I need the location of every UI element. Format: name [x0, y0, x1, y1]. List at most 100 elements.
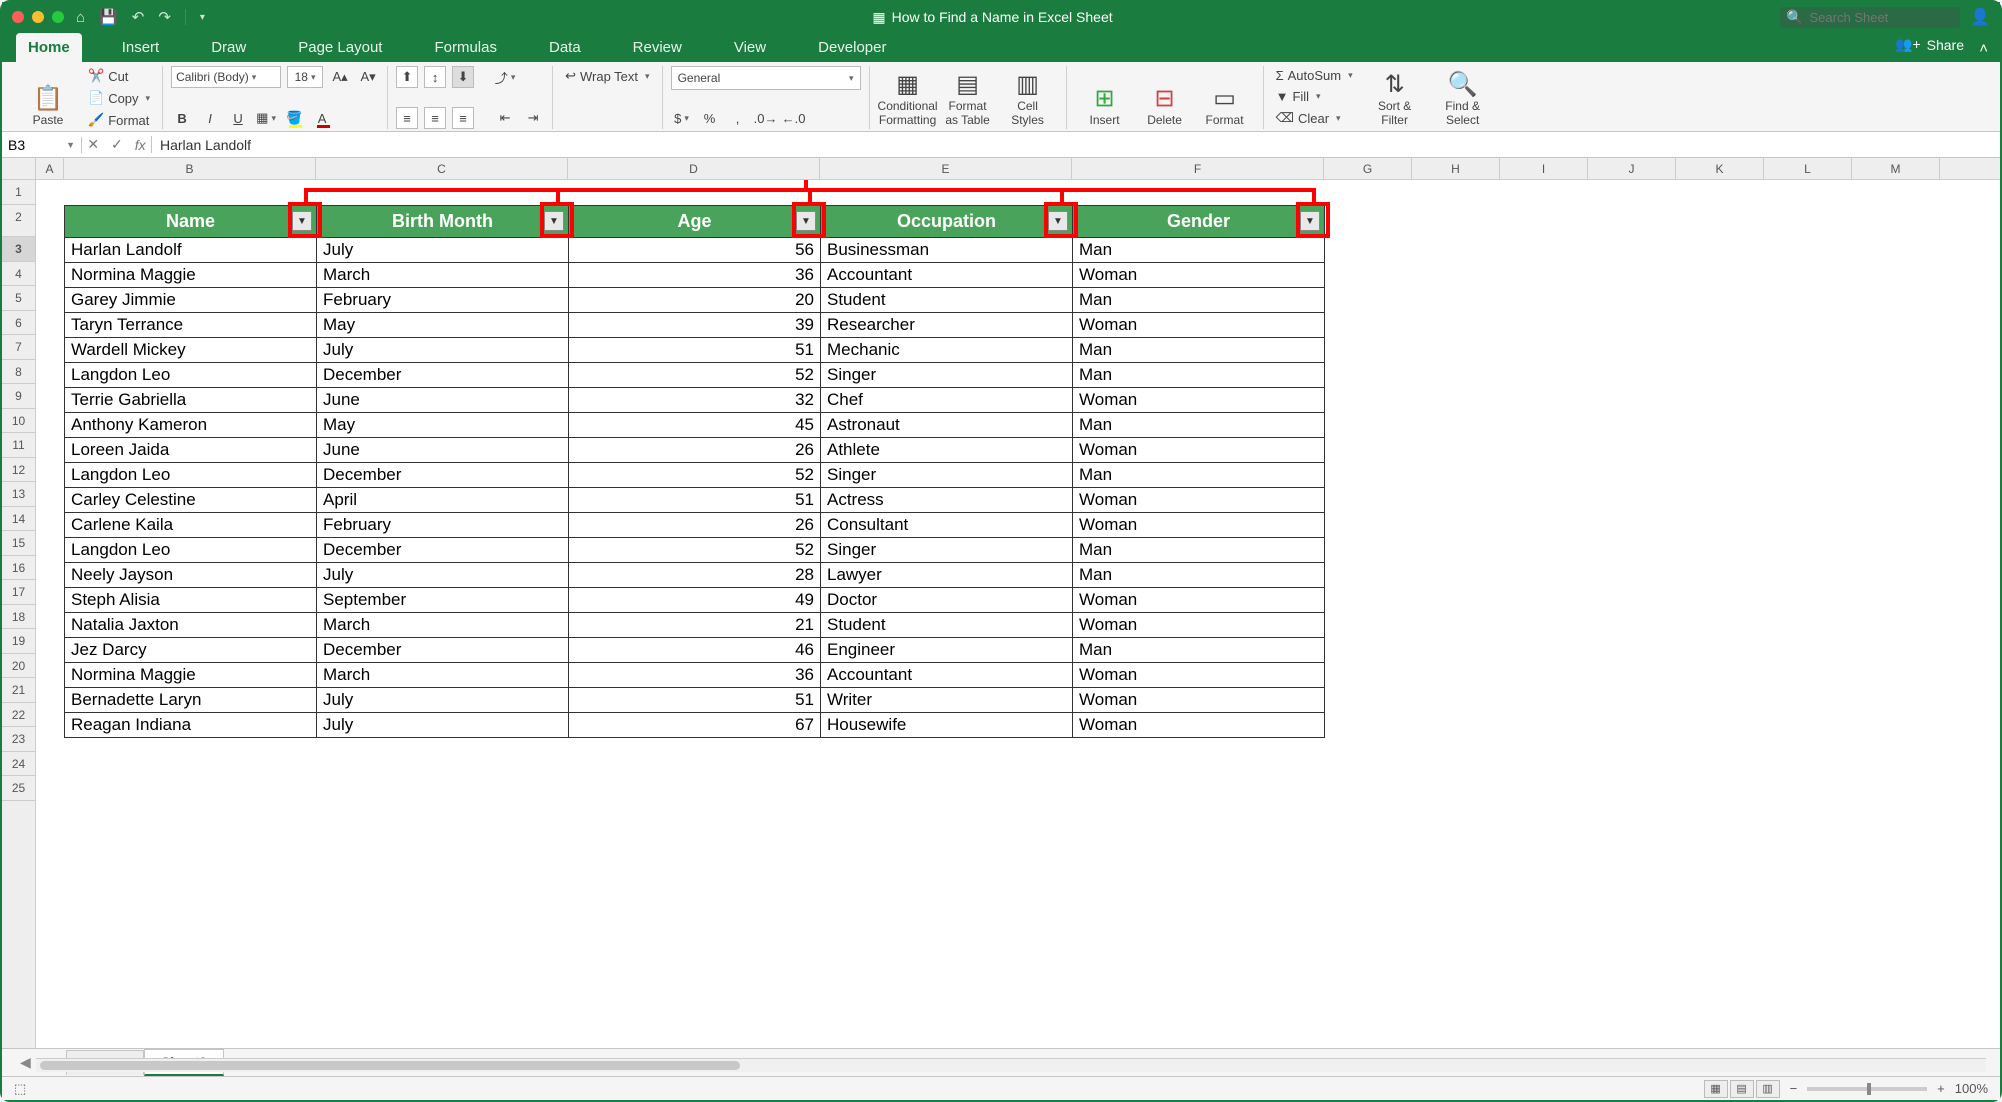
- cell-styles-button[interactable]: ▥Cell Styles: [998, 66, 1058, 129]
- row-header[interactable]: 25: [2, 776, 35, 801]
- table-cell[interactable]: Writer: [821, 687, 1073, 712]
- col-header[interactable]: M: [1852, 158, 1940, 179]
- table-cell[interactable]: Langdon Leo: [65, 537, 317, 562]
- table-cell[interactable]: 20: [569, 287, 821, 312]
- table-cell[interactable]: 52: [569, 362, 821, 387]
- zoom-slider[interactable]: [1807, 1087, 1927, 1091]
- row-header[interactable]: 2: [2, 205, 35, 238]
- tab-review[interactable]: Review: [621, 33, 694, 62]
- table-cell[interactable]: Anthony Kameron: [65, 412, 317, 437]
- filter-dropdown-button[interactable]: ▼: [544, 211, 564, 231]
- increase-indent-icon[interactable]: ⇥: [522, 107, 544, 129]
- col-header[interactable]: K: [1676, 158, 1764, 179]
- decrease-indent-icon[interactable]: ⇤: [494, 107, 516, 129]
- col-header[interactable]: F: [1072, 158, 1324, 179]
- table-cell[interactable]: Natalia Jaxton: [65, 612, 317, 637]
- table-cell[interactable]: Actress: [821, 487, 1073, 512]
- row-header[interactable]: 12: [2, 458, 35, 483]
- table-cell[interactable]: 36: [569, 662, 821, 687]
- table-cell[interactable]: Wardell Mickey: [65, 337, 317, 362]
- save-icon[interactable]: 💾: [99, 8, 118, 26]
- table-cell[interactable]: July: [317, 337, 569, 362]
- table-cell[interactable]: 51: [569, 337, 821, 362]
- find-select-button[interactable]: 🔍Find & Select: [1433, 66, 1493, 129]
- row-header[interactable]: 11: [2, 433, 35, 458]
- font-size-select[interactable]: 18: [287, 66, 323, 88]
- table-cell[interactable]: April: [317, 487, 569, 512]
- table-cell[interactable]: Man: [1073, 287, 1325, 312]
- collapse-ribbon-icon[interactable]: ˄: [1979, 40, 1988, 57]
- tab-view[interactable]: View: [722, 33, 778, 62]
- cancel-formula-icon[interactable]: ✕: [87, 136, 99, 153]
- col-header[interactable]: B: [64, 158, 316, 179]
- zoom-in-icon[interactable]: +: [1937, 1081, 1945, 1096]
- table-cell[interactable]: Student: [821, 287, 1073, 312]
- row-header[interactable]: 21: [2, 678, 35, 703]
- tab-data[interactable]: Data: [537, 33, 593, 62]
- table-cell[interactable]: 56: [569, 237, 821, 262]
- table-cell[interactable]: March: [317, 612, 569, 637]
- table-cell[interactable]: Singer: [821, 462, 1073, 487]
- table-cell[interactable]: Man: [1073, 637, 1325, 662]
- table-cell[interactable]: Student: [821, 612, 1073, 637]
- table-cell[interactable]: 52: [569, 462, 821, 487]
- filter-dropdown-button[interactable]: ▼: [796, 211, 816, 231]
- col-header[interactable]: D: [568, 158, 820, 179]
- table-cell[interactable]: Woman: [1073, 587, 1325, 612]
- row-header[interactable]: 23: [2, 727, 35, 752]
- fill-button[interactable]: ▼Fill: [1272, 87, 1357, 106]
- table-cell[interactable]: Woman: [1073, 437, 1325, 462]
- table-cell[interactable]: Singer: [821, 362, 1073, 387]
- table-cell[interactable]: Terrie Gabriella: [65, 387, 317, 412]
- increase-font-icon[interactable]: A▴: [329, 66, 351, 88]
- row-header[interactable]: 4: [2, 262, 35, 287]
- col-header[interactable]: A: [36, 158, 64, 179]
- scrollbar-thumb[interactable]: [40, 1061, 740, 1070]
- row-header[interactable]: 24: [2, 752, 35, 777]
- underline-button[interactable]: U: [227, 107, 249, 129]
- wrap-text-button[interactable]: ↩Wrap Text: [561, 66, 653, 86]
- table-cell[interactable]: Normina Maggie: [65, 262, 317, 287]
- table-header[interactable]: Age▼: [569, 205, 821, 237]
- table-cell[interactable]: 49: [569, 587, 821, 612]
- search-sheet-input[interactable]: [1810, 10, 1950, 25]
- zoom-level[interactable]: 100%: [1955, 1081, 1988, 1096]
- table-cell[interactable]: Woman: [1073, 512, 1325, 537]
- page-break-view-icon[interactable]: ▥: [1756, 1080, 1780, 1098]
- cells-area[interactable]: Name▼Birth Month▼Age▼Occupation▼Gender▼ …: [36, 180, 2000, 1048]
- table-cell[interactable]: Woman: [1073, 662, 1325, 687]
- table-cell[interactable]: Consultant: [821, 512, 1073, 537]
- table-header[interactable]: Birth Month▼: [317, 205, 569, 237]
- orientation-button[interactable]: ⤴: [494, 66, 516, 88]
- number-format-select[interactable]: General: [671, 66, 861, 90]
- table-cell[interactable]: 67: [569, 712, 821, 737]
- border-button[interactable]: ▦: [255, 107, 277, 129]
- table-cell[interactable]: February: [317, 287, 569, 312]
- table-cell[interactable]: Woman: [1073, 612, 1325, 637]
- decrease-decimal-icon[interactable]: ←.0: [783, 107, 805, 129]
- conditional-formatting-button[interactable]: ▦Conditional Formatting: [878, 66, 938, 129]
- table-cell[interactable]: Lawyer: [821, 562, 1073, 587]
- normal-view-icon[interactable]: ▦: [1704, 1080, 1728, 1098]
- tab-page-layout[interactable]: Page Layout: [286, 33, 394, 62]
- tab-insert[interactable]: Insert: [110, 33, 172, 62]
- table-cell[interactable]: 52: [569, 537, 821, 562]
- table-cell[interactable]: Woman: [1073, 712, 1325, 737]
- table-cell[interactable]: Man: [1073, 462, 1325, 487]
- table-cell[interactable]: 28: [569, 562, 821, 587]
- fx-icon[interactable]: fx: [135, 137, 146, 153]
- row-header[interactable]: 10: [2, 409, 35, 434]
- row-header[interactable]: 8: [2, 360, 35, 385]
- table-cell[interactable]: Carlene Kaila: [65, 512, 317, 537]
- formula-input[interactable]: Harlan Landolf: [152, 137, 2000, 153]
- table-cell[interactable]: Housewife: [821, 712, 1073, 737]
- table-header[interactable]: Gender▼: [1073, 205, 1325, 237]
- row-header[interactable]: 7: [2, 335, 35, 360]
- table-cell[interactable]: 32: [569, 387, 821, 412]
- row-header[interactable]: 14: [2, 507, 35, 532]
- table-cell[interactable]: Researcher: [821, 312, 1073, 337]
- insert-cells-button[interactable]: ⊞Insert: [1075, 66, 1135, 129]
- tab-developer[interactable]: Developer: [806, 33, 898, 62]
- table-cell[interactable]: Woman: [1073, 312, 1325, 337]
- clear-button[interactable]: ⌫Clear: [1272, 108, 1357, 128]
